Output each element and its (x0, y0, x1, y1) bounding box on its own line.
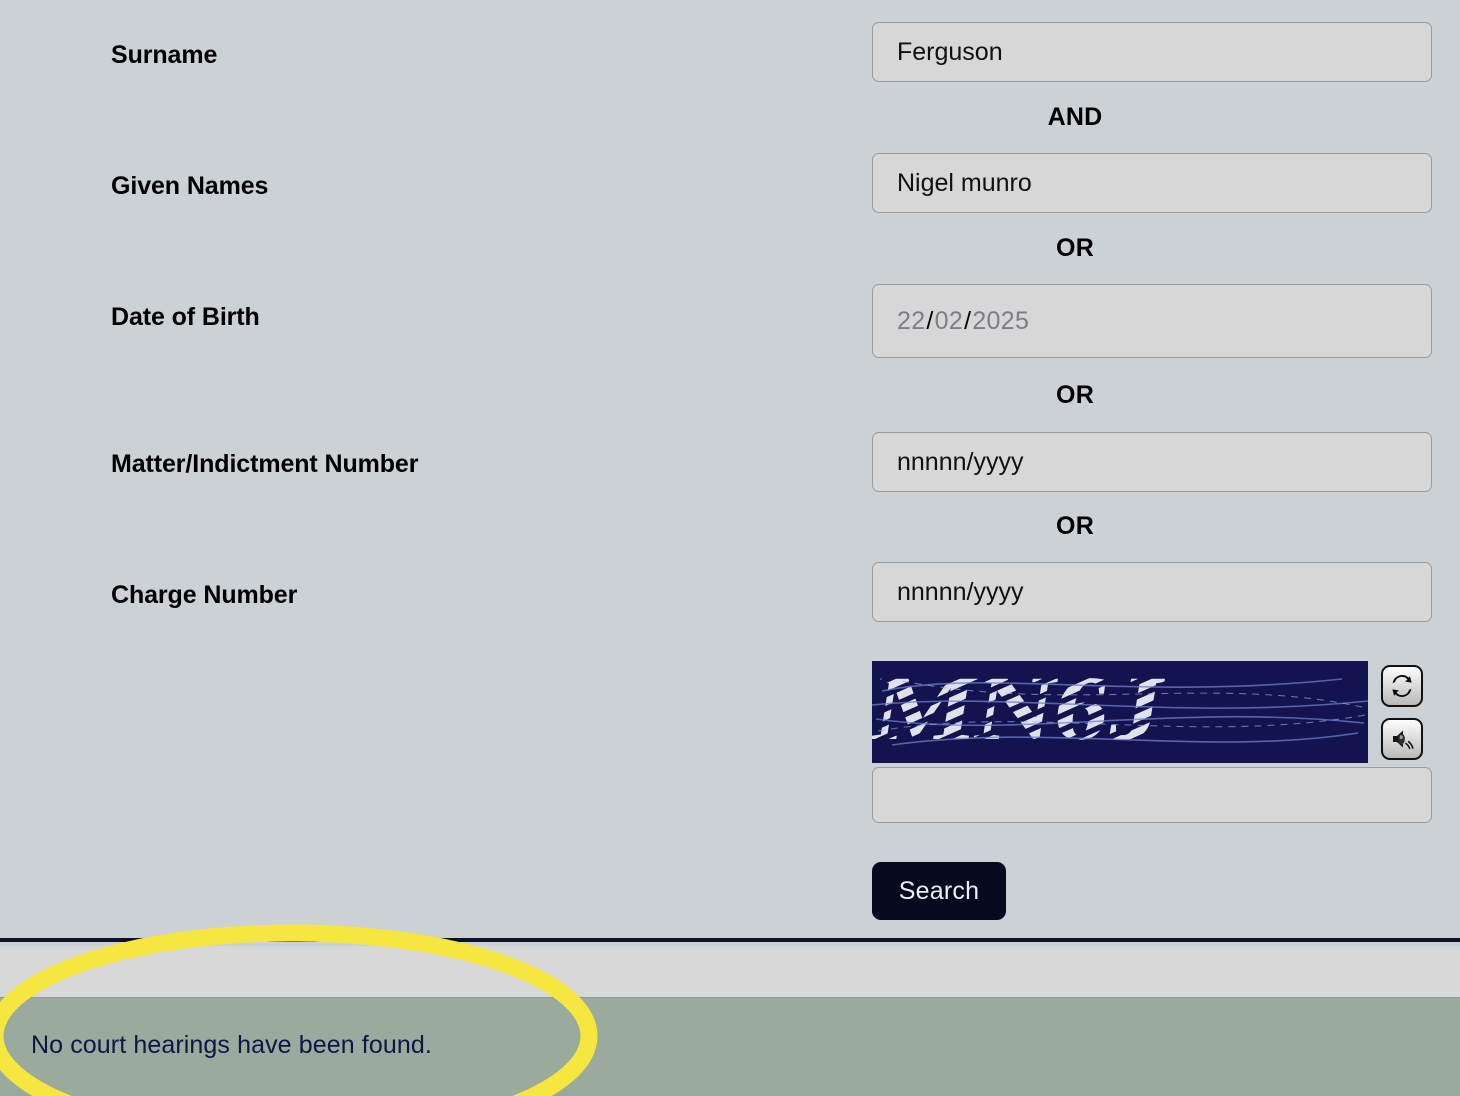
date-segment-day[interactable]: 22 (897, 307, 925, 336)
results-message-box: No court hearings have been found. (0, 997, 1460, 1096)
label-surname: Surname (111, 41, 218, 69)
refresh-icon[interactable] (1381, 665, 1423, 707)
conjunction-and: AND (1047, 103, 1103, 131)
audio-speaker-icon[interactable] (1381, 718, 1423, 760)
input-matter-indictment-number[interactable] (872, 432, 1432, 492)
captcha-controls (1381, 665, 1425, 771)
date-segment-month[interactable]: 02 (935, 307, 963, 336)
no-results-message: No court hearings have been found. (31, 1031, 432, 1059)
input-charge-number[interactable] (872, 562, 1432, 622)
input-given-names[interactable] (872, 153, 1432, 213)
search-form: Surname AND Given Names OR Date of Birth… (0, 0, 1460, 942)
page-root: Surname AND Given Names OR Date of Birth… (0, 0, 1460, 1096)
label-given-names: Given Names (111, 172, 269, 200)
conjunction-or-2: OR (1056, 381, 1094, 409)
conjunction-or-3: OR (1056, 512, 1094, 540)
captcha-canvas: MN6J (872, 661, 1368, 763)
input-date-of-birth[interactable]: 22 / 02 / 2025 (872, 284, 1432, 358)
search-button[interactable]: Search (872, 862, 1006, 920)
date-separator-2: / (964, 306, 972, 335)
input-surname[interactable] (872, 22, 1432, 82)
label-date-of-birth: Date of Birth (111, 303, 260, 331)
label-charge-number: Charge Number (111, 581, 298, 609)
captcha-answer-input[interactable] (872, 767, 1432, 823)
conjunction-or-1: OR (1056, 234, 1094, 262)
captcha-image: MN6J (872, 661, 1368, 763)
date-separator-1: / (926, 306, 934, 335)
date-segment-year[interactable]: 2025 (972, 307, 1029, 336)
label-matter-indictment-number: Matter/Indictment Number (111, 450, 419, 478)
results-toolbar-band (0, 946, 1460, 997)
